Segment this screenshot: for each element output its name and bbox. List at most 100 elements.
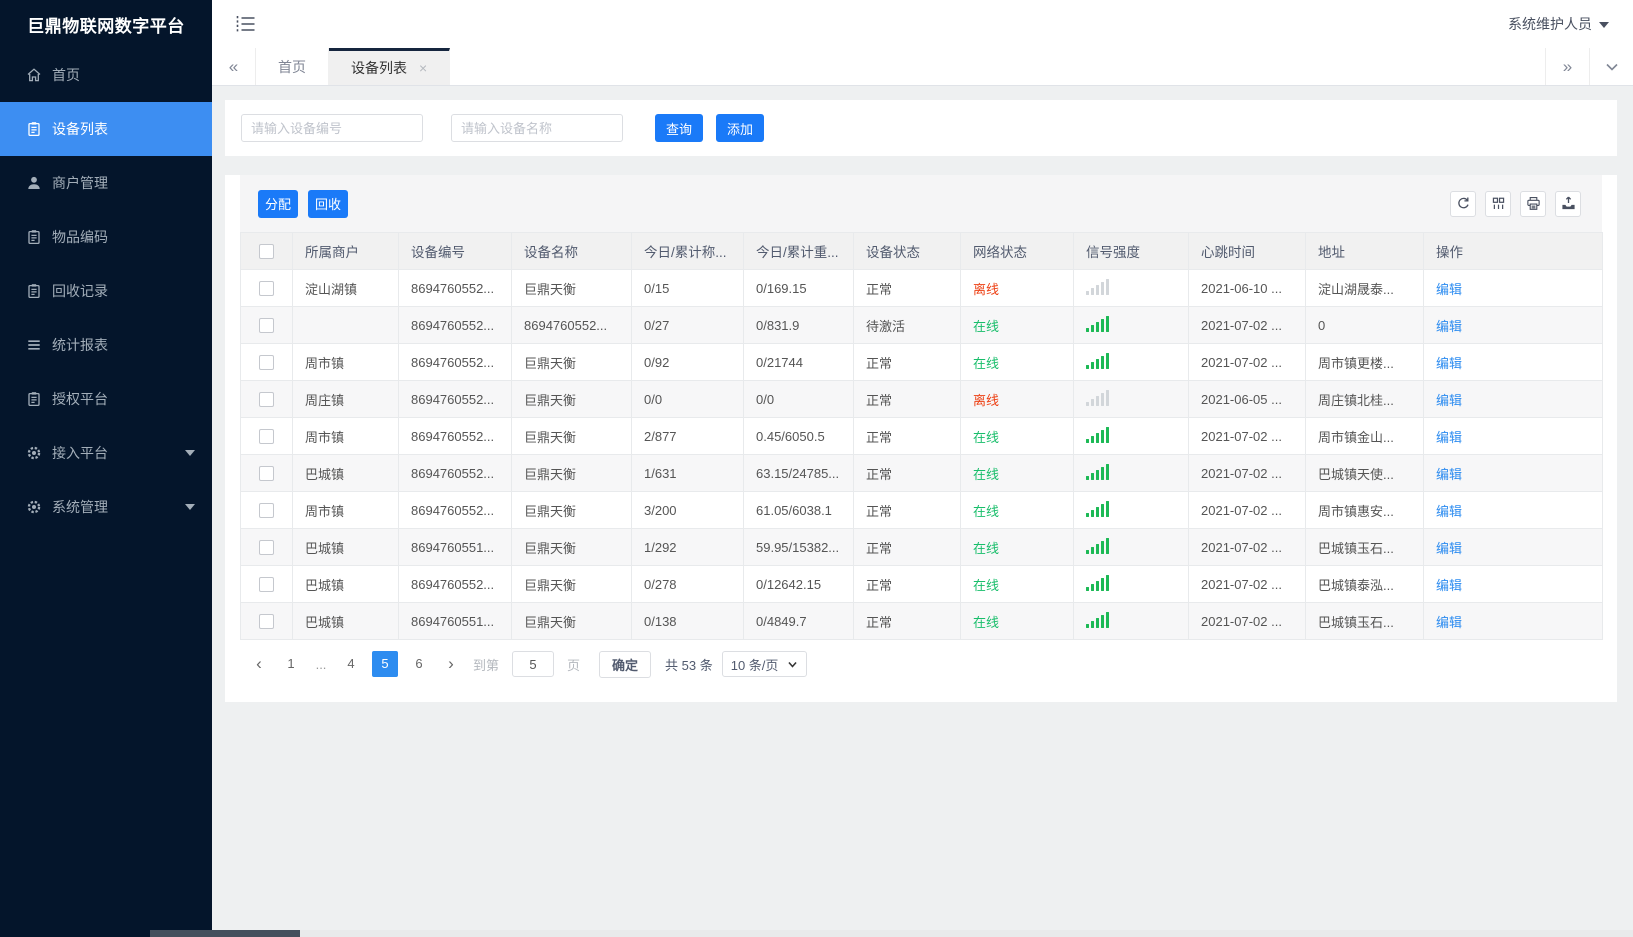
goto-page-prefix: 到第 — [473, 657, 500, 673]
row-checkbox[interactable] — [259, 503, 274, 519]
sidebar-item-merchant-mgmt[interactable]: 商户管理 — [0, 156, 212, 210]
column-header: 今日/累计重... — [743, 232, 854, 270]
cell-address: 周庄镇北桂... — [1305, 380, 1424, 418]
goto-page-input[interactable] — [512, 651, 555, 677]
edit-link[interactable]: 编辑 — [1436, 541, 1462, 556]
row-checkbox[interactable] — [259, 355, 274, 371]
cell-network-status: 在线 — [960, 602, 1074, 640]
cell-today-count: 1/631 — [631, 454, 744, 492]
cell-address: 周市镇惠安... — [1305, 491, 1424, 529]
row-checkbox[interactable] — [259, 429, 274, 445]
sidebar-item-device-list[interactable]: 设备列表 — [0, 102, 212, 156]
device-name-input[interactable] — [451, 114, 623, 142]
edit-link[interactable]: 编辑 — [1436, 393, 1462, 408]
cell-today-weight: 0/21744 — [743, 343, 854, 381]
cell-device-status: 正常 — [853, 454, 961, 492]
cell-today-count: 2/877 — [631, 417, 744, 455]
device-no-input[interactable] — [241, 114, 423, 142]
cell-address: 周市镇更楼... — [1305, 343, 1424, 381]
cell-device-no: 8694760551... — [398, 602, 512, 640]
sidebar-item-recycle-records[interactable]: 回收记录 — [0, 264, 212, 318]
chevron-down-icon — [788, 661, 798, 668]
cell-today-count: 0/0 — [631, 380, 744, 418]
recycle-button[interactable]: 回收 — [308, 189, 348, 218]
page-button-1[interactable]: 1 — [278, 651, 304, 677]
cell-merchant: 淀山湖镇 — [292, 269, 399, 307]
tab-close-icon[interactable]: × — [419, 60, 427, 76]
page-ellipsis: ... — [315, 656, 327, 672]
edit-link[interactable]: 编辑 — [1436, 578, 1462, 593]
cell-address: 0 — [1305, 306, 1424, 344]
print-button[interactable] — [1520, 190, 1546, 217]
tab-label: 设备列表 — [351, 60, 407, 76]
edit-link[interactable]: 编辑 — [1436, 467, 1462, 482]
tabs-scroll-left-button[interactable]: « — [212, 48, 256, 85]
edit-link[interactable]: 编辑 — [1436, 430, 1462, 445]
clipboard-icon — [26, 283, 42, 299]
cell-heartbeat: 2021-07-02 ... — [1188, 454, 1306, 492]
prev-page-button[interactable]: ‹ — [244, 654, 274, 674]
cell-today-weight: 0/4849.7 — [743, 602, 854, 640]
sidebar-item-system-mgmt[interactable]: 系统管理 — [0, 480, 212, 534]
device-table: 所属商户 设备编号 设备名称 今日/累计称... 今日/累计重... 设备状态 网络状态 信号… — [240, 232, 1603, 640]
cell-device-no: 8694760552... — [398, 491, 512, 529]
sidebar-item-label: 接入平台 — [52, 445, 108, 461]
page-button-5[interactable]: 5 — [372, 651, 398, 677]
sidebar-item-auth-platform[interactable]: 授权平台 — [0, 372, 212, 426]
row-checkbox[interactable] — [259, 466, 274, 482]
app-title: 巨鼎物联网数字平台 — [27, 16, 185, 36]
cell-network-status: 离线 — [960, 380, 1074, 418]
cell-heartbeat: 2021-06-05 ... — [1188, 380, 1306, 418]
cell-address: 巴城镇玉石... — [1305, 528, 1424, 566]
cell-today-weight: 63.15/24785... — [743, 454, 854, 492]
sidebar-item-label: 商户管理 — [52, 175, 108, 191]
sidebar-item-access-platform[interactable]: 接入平台 — [0, 426, 212, 480]
cell-device-name: 巨鼎天衡 — [511, 454, 632, 492]
row-checkbox[interactable] — [259, 392, 274, 408]
cell-heartbeat: 2021-07-02 ... — [1188, 565, 1306, 603]
scrollbar-thumb[interactable] — [150, 930, 300, 937]
tabs-options-button[interactable] — [1589, 48, 1633, 85]
edit-link[interactable]: 编辑 — [1436, 319, 1462, 334]
cell-today-count: 3/200 — [631, 491, 744, 529]
page-size-select[interactable]: 10 条/页 — [721, 651, 808, 677]
user-menu[interactable]: 系统维护人员 — [1508, 14, 1609, 34]
sidebar-item-home[interactable]: 首页 — [0, 48, 212, 102]
collapse-sidebar-icon[interactable] — [236, 15, 256, 33]
edit-link[interactable]: 编辑 — [1436, 615, 1462, 630]
row-checkbox[interactable] — [259, 577, 274, 593]
horizontal-scrollbar — [0, 930, 1633, 937]
row-checkbox[interactable] — [259, 614, 274, 630]
select-all-checkbox[interactable] — [259, 243, 274, 259]
signal-strength-icon — [1086, 500, 1109, 517]
cell-device-name: 巨鼎天衡 — [511, 269, 632, 307]
next-page-button[interactable]: › — [436, 654, 466, 674]
row-checkbox[interactable] — [259, 281, 274, 297]
sidebar-item-stats-report[interactable]: 统计报表 — [0, 318, 212, 372]
page-button-6[interactable]: 6 — [406, 651, 432, 677]
assign-button[interactable]: 分配 — [258, 189, 298, 218]
sidebar-item-item-code[interactable]: 物品编码 — [0, 210, 212, 264]
goto-confirm-button[interactable]: 确定 — [599, 650, 652, 678]
export-icon — [1561, 196, 1576, 211]
row-checkbox[interactable] — [259, 540, 274, 556]
edit-link[interactable]: 编辑 — [1436, 356, 1462, 371]
row-checkbox[interactable] — [259, 318, 274, 334]
add-button[interactable]: 添加 — [716, 114, 765, 142]
query-button[interactable]: 查询 — [655, 114, 704, 142]
export-button[interactable] — [1555, 190, 1581, 217]
refresh-button[interactable] — [1450, 190, 1476, 217]
edit-link[interactable]: 编辑 — [1436, 504, 1462, 519]
user-name: 系统维护人员 — [1508, 16, 1592, 32]
cell-device-status: 正常 — [853, 528, 961, 566]
page-button-4[interactable]: 4 — [338, 651, 364, 677]
columns-button[interactable] — [1485, 190, 1511, 217]
cell-address: 巴城镇天使... — [1305, 454, 1424, 492]
cell-merchant: 周市镇 — [292, 491, 399, 529]
tab-device-list[interactable]: 设备列表 × — [329, 48, 451, 85]
edit-link[interactable]: 编辑 — [1436, 282, 1462, 297]
tabs-scroll-right-button[interactable]: » — [1545, 48, 1589, 85]
tab-home[interactable]: 首页 — [256, 48, 329, 85]
cell-device-no: 8694760552... — [398, 306, 512, 344]
cell-today-weight: 0/831.9 — [743, 306, 854, 344]
